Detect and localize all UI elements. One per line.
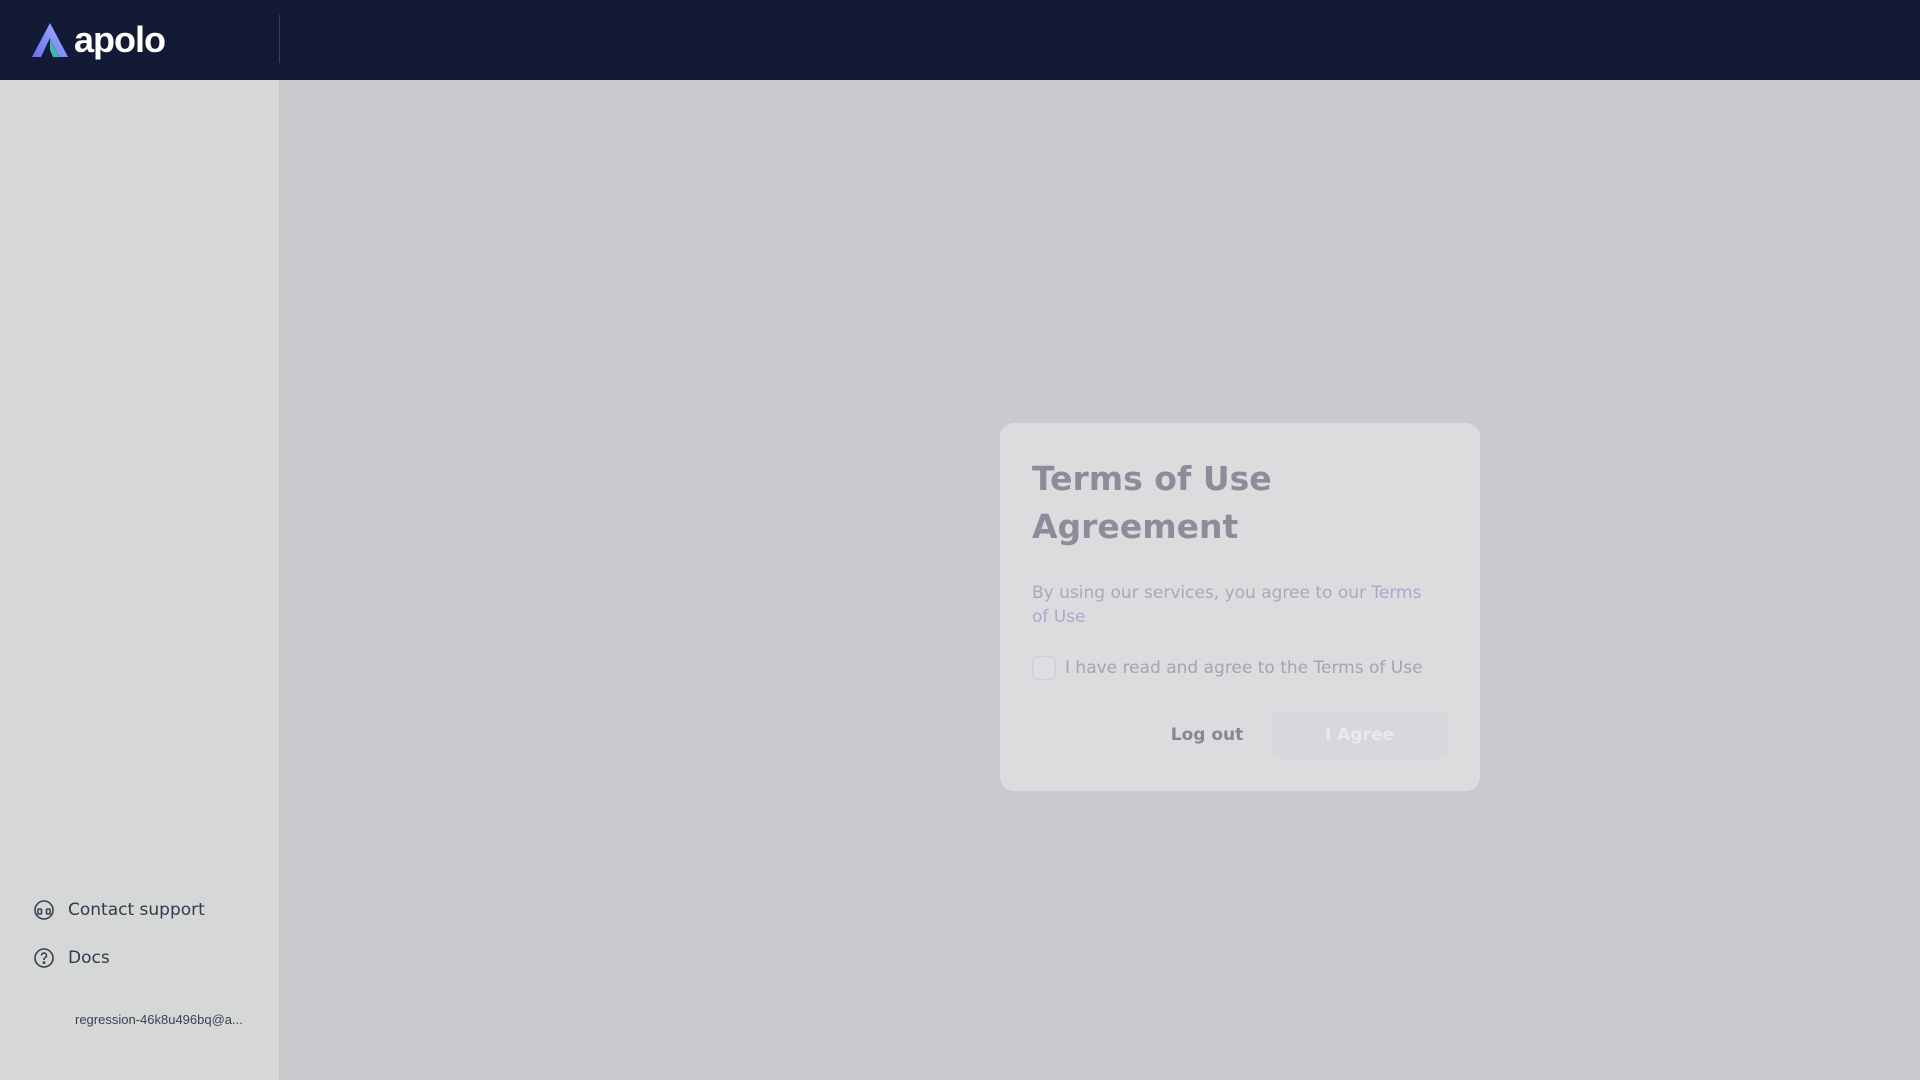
- sidebar-item-contact-support[interactable]: Contact support: [32, 898, 205, 922]
- dialog-text: By using our services, you agree to our …: [1032, 581, 1442, 629]
- i-agree-button[interactable]: I Agree: [1271, 711, 1448, 759]
- apolo-logo[interactable]: apolo: [32, 19, 166, 60]
- agree-checkbox[interactable]: [1032, 656, 1056, 680]
- agree-checkbox-row[interactable]: I have read and agree to the Terms of Us…: [1032, 656, 1423, 680]
- log-out-button[interactable]: Log out: [1142, 711, 1272, 759]
- dialog-text-prefix: By using our services, you agree to our: [1032, 583, 1372, 603]
- user-email[interactable]: regression-46k8u496bq@a...: [75, 1012, 243, 1027]
- agree-checkbox-label[interactable]: I have read and agree to the Terms of Us…: [1065, 658, 1423, 678]
- topbar-divider: [279, 15, 280, 63]
- terms-of-use-dialog: Terms of Use Agreement By using our serv…: [1000, 423, 1480, 791]
- dialog-title: Terms of Use Agreement: [1032, 459, 1272, 546]
- main-content-overlay: Terms of Use Agreement By using our serv…: [280, 80, 1920, 1080]
- sidebar: Contact support Docs regression-46k8u496…: [0, 80, 280, 1080]
- question-circle-icon: [32, 946, 56, 970]
- logo-text: apolo: [74, 19, 166, 60]
- top-bar: apolo: [0, 0, 1920, 80]
- sidebar-item-label: Contact support: [68, 900, 205, 920]
- sidebar-item-label: Docs: [68, 948, 110, 968]
- apolo-logo-icon: [32, 23, 68, 57]
- sidebar-item-docs[interactable]: Docs: [32, 946, 110, 970]
- headset-icon: [32, 898, 56, 922]
